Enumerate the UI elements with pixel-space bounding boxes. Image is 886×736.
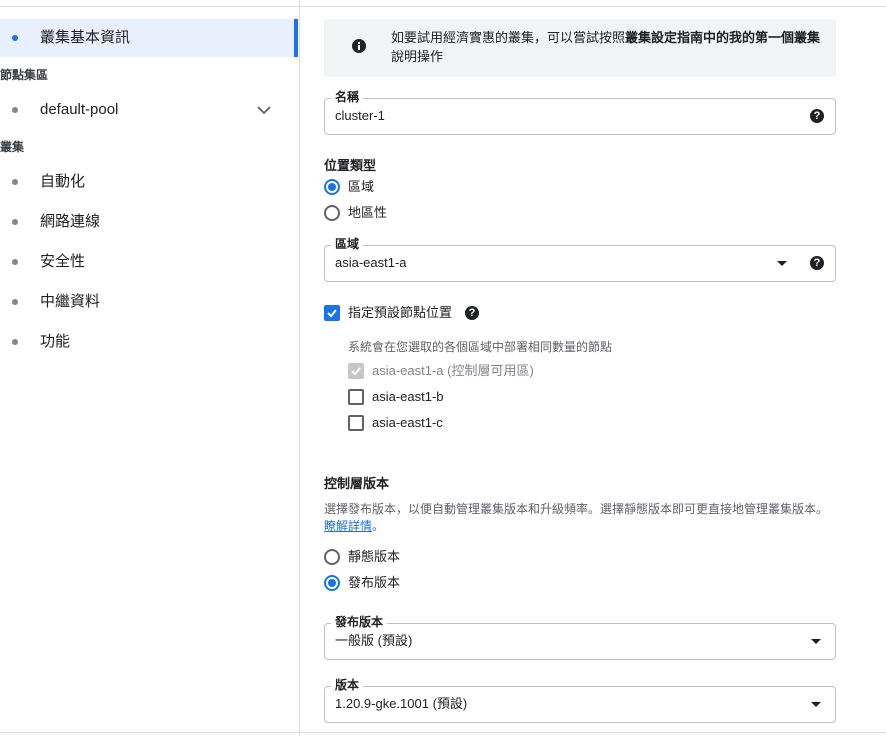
bullet-icon xyxy=(12,35,18,41)
sidebar-item-metadata[interactable]: 中繼資料 xyxy=(0,283,298,321)
dropdown-arrow-icon[interactable] xyxy=(777,261,787,266)
radio-static-version-label: 靜態版本 xyxy=(348,549,401,564)
control-plane-heading: 控制層版本 xyxy=(324,476,390,491)
sidebar-item-label: 功能 xyxy=(40,333,71,350)
radio-static-version[interactable] xyxy=(324,549,340,565)
banner-text: 如要試用經濟實惠的叢集，可以嘗試按照叢集設定指南中的我的第一個叢集說明操作 xyxy=(391,30,821,64)
version-select-value: 1.20.9-gke.1001 (預設) xyxy=(335,696,468,711)
radio-regional-label: 地區性 xyxy=(348,205,388,220)
sidebar-item-networking[interactable]: 網路連線 xyxy=(0,203,298,241)
radio-release-channel[interactable] xyxy=(324,575,340,591)
sidebar-item-label: 安全性 xyxy=(40,253,86,270)
radio-zonal-label: 區域 xyxy=(348,179,375,194)
sidebar-item-label: 中繼資料 xyxy=(40,293,101,310)
zone-select-label: 區域 xyxy=(331,237,364,251)
sidebar-item-cluster-basics[interactable]: 叢集基本資訊 xyxy=(0,19,298,57)
sidebar-item-label: 自動化 xyxy=(40,173,86,190)
banner-guide-text: 叢集設定指南中的我的第一個叢集 xyxy=(625,30,821,45)
bullet-icon xyxy=(12,339,18,345)
bullet-icon xyxy=(12,179,18,185)
bullet-icon xyxy=(12,219,18,225)
version-select[interactable]: 版本 1.20.9-gke.1001 (預設) xyxy=(324,678,836,723)
version-select-label: 版本 xyxy=(331,678,364,692)
zone-checkbox-c-label: asia-east1-c xyxy=(372,415,443,430)
bottom-divider xyxy=(0,732,886,733)
chevron-down-icon[interactable] xyxy=(255,101,273,119)
release-channel-select[interactable]: 發布版本 一般版 (預設) xyxy=(324,615,836,660)
dropdown-arrow-icon[interactable] xyxy=(811,702,821,707)
bullet-icon xyxy=(12,107,18,113)
zone-select[interactable]: 區域 asia-east1-a ? xyxy=(324,237,836,282)
help-icon[interactable]: ? xyxy=(810,109,824,123)
sidebar-item-security[interactable]: 安全性 xyxy=(0,243,298,281)
zone-checkbox-a-label: asia-east1-a (控制層可用區) xyxy=(372,363,534,378)
name-field-label: 名稱 xyxy=(331,90,364,104)
location-type-heading: 位置類型 xyxy=(324,158,377,173)
sidebar-item-features[interactable]: 功能 xyxy=(0,323,298,361)
radio-regional[interactable] xyxy=(324,205,340,221)
release-channel-select-label: 發布版本 xyxy=(331,615,388,629)
radio-zonal[interactable] xyxy=(324,179,340,195)
node-locations-note: 系統會在您選取的各個區域中部署相同數量的節點 xyxy=(348,340,613,354)
radio-release-channel-label: 發布版本 xyxy=(348,575,401,590)
section-heading-cluster: 叢集 xyxy=(0,140,25,154)
sidebar-item-label: 叢集基本資訊 xyxy=(40,29,131,46)
sidebar-item-label: default-pool xyxy=(40,101,119,118)
control-plane-description: 選擇發布版本，以便自動管理叢集版本和升級頻率。選擇靜態版本即可更直接地管理叢集版… xyxy=(324,502,829,533)
info-banner: 如要試用經濟實惠的叢集，可以嘗試按照叢集設定指南中的我的第一個叢集說明操作 xyxy=(324,19,836,77)
zone-checkbox-a xyxy=(348,363,364,379)
default-node-locations-checkbox[interactable] xyxy=(324,305,340,321)
checkmark-icon xyxy=(351,367,361,376)
sidebar-item-default-pool[interactable]: default-pool xyxy=(0,91,298,129)
default-node-locations-label: 指定預設節點位置 xyxy=(348,305,453,320)
bullet-icon xyxy=(12,259,18,265)
sidebar-item-automation[interactable]: 自動化 xyxy=(0,163,298,201)
sidebar-divider xyxy=(299,0,300,736)
help-icon[interactable]: ? xyxy=(810,256,824,270)
sidebar-item-label: 網路連線 xyxy=(40,213,101,230)
zone-checkbox-b-label: asia-east1-b xyxy=(372,389,444,404)
name-field[interactable]: 名稱 cluster-1 ? xyxy=(324,90,836,135)
section-heading-node-pools: 節點集區 xyxy=(0,68,49,82)
top-divider xyxy=(0,6,886,7)
release-channel-select-value: 一般版 (預設) xyxy=(335,633,413,648)
bullet-icon xyxy=(12,299,18,305)
help-icon[interactable]: ? xyxy=(465,306,479,320)
info-icon xyxy=(352,39,366,53)
active-indicator xyxy=(294,19,298,57)
checkmark-icon xyxy=(327,309,337,318)
dropdown-arrow-icon[interactable] xyxy=(811,639,821,644)
name-field-value[interactable]: cluster-1 xyxy=(335,108,385,124)
zone-checkbox-c[interactable] xyxy=(348,415,364,431)
zone-checkbox-b[interactable] xyxy=(348,389,364,405)
zone-select-value: asia-east1-a xyxy=(335,255,407,270)
learn-more-link[interactable]: 瞭解詳情 xyxy=(324,519,372,533)
